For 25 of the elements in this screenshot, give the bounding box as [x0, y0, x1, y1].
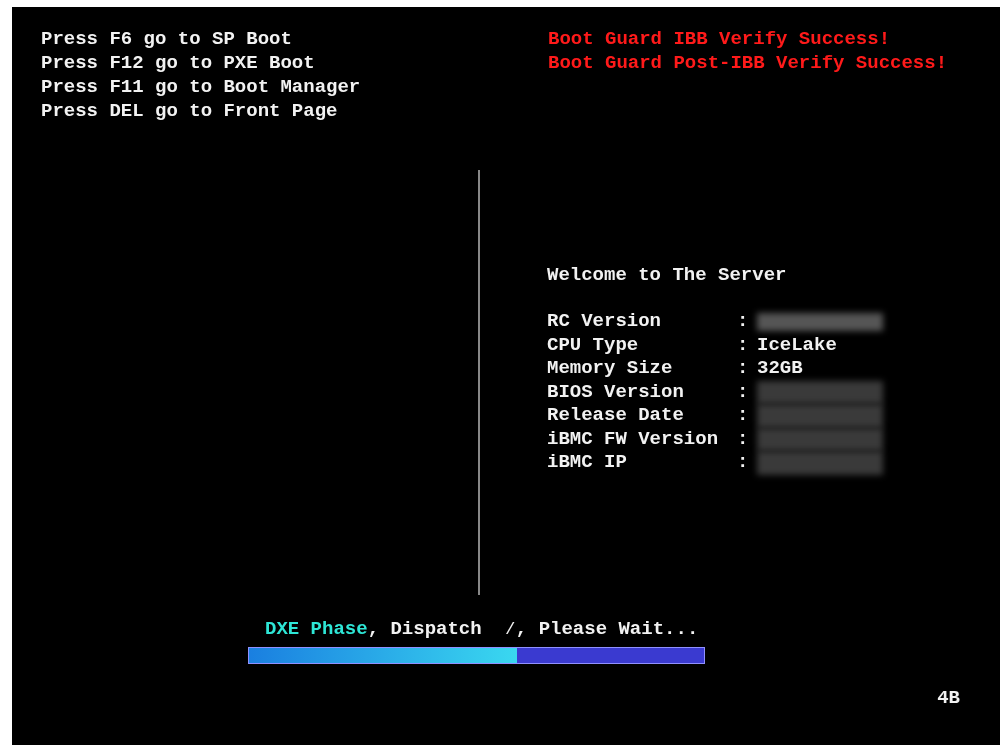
boot-message: Boot Guard IBB Verify Success!	[548, 27, 891, 51]
hotkey-hint: Press DEL go to Front Page	[41, 99, 338, 123]
status-text: DXE Phase, Dispatch ⁄, Please Wait...	[265, 617, 699, 641]
boot-message: Boot Guard Post-IBB Verify Success!	[548, 51, 948, 75]
hotkey-hint: Press F12 go to PXE Boot	[41, 51, 315, 75]
info-separator: :	[737, 427, 750, 451]
info-separator: :	[737, 357, 750, 381]
info-separator: :	[737, 310, 750, 334]
info-label: Memory Size	[547, 357, 674, 381]
info-label: iBMC FW Version	[547, 427, 720, 451]
post-code: 4B	[937, 686, 960, 710]
info-separator: :	[737, 404, 750, 428]
info-label: iBMC IP	[547, 451, 628, 475]
info-separator: :	[737, 380, 750, 404]
hotkey-hint: Press F6 go to SP Boot	[41, 27, 292, 51]
info-label: RC Version	[547, 310, 663, 334]
info-label: Release Date	[547, 404, 685, 428]
hotkey-hint: Press F11 go to Boot Manager	[41, 75, 361, 99]
welcome-text: Welcome to The Server	[547, 263, 787, 287]
info-value: IceLake	[757, 333, 837, 357]
info-separator: :	[737, 451, 750, 475]
info-value: 32GB	[757, 357, 803, 381]
info-label: CPU Type	[547, 333, 640, 357]
info-label: BIOS Version	[547, 380, 685, 404]
info-separator: :	[737, 333, 750, 357]
